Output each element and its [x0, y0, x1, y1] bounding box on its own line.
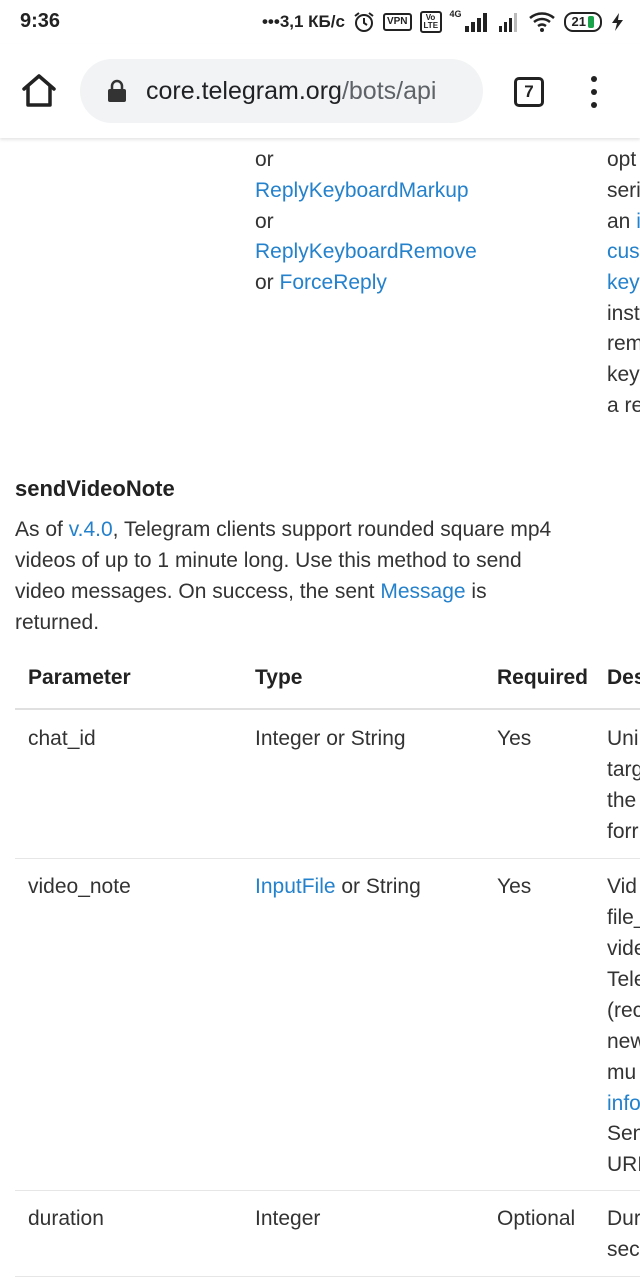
- prev-desc-fragment: seri: [607, 179, 640, 202]
- alarm-icon: [354, 12, 374, 32]
- prev-desc-link[interactable]: cus: [607, 236, 640, 267]
- table-row-divider: [15, 1190, 640, 1191]
- type-rest: or String: [335, 875, 421, 898]
- table-row-description: the: [607, 789, 637, 812]
- network-speed: •••3,1 КБ/с: [261, 12, 345, 31]
- table-row-description: mu: [607, 1061, 637, 1084]
- battery-fill: [588, 16, 594, 28]
- version-link[interactable]: v.4.0: [69, 518, 113, 541]
- prev-desc-fragment: an: [607, 210, 637, 233]
- info-link[interactable]: info: [607, 1088, 640, 1119]
- link-forcereply[interactable]: ForceReply: [280, 271, 387, 294]
- more-menu-icon[interactable]: [587, 76, 601, 108]
- tab-switcher-button[interactable]: 7: [514, 77, 544, 107]
- status-time: 9:36: [20, 10, 61, 32]
- net-type-label: 4G: [449, 9, 462, 19]
- column-header-required: Required: [497, 666, 589, 689]
- battery-level: 21: [571, 14, 586, 29]
- table-row-type: InputFile or String: [255, 871, 421, 902]
- table-row-parameter: chat_id: [28, 727, 96, 750]
- table-row-description: new: [607, 1030, 640, 1053]
- status-bar: 9:36 •••3,1 КБ/с VPN Vo LTE 4G 21: [0, 0, 640, 44]
- link-replykeyboardremove[interactable]: ReplyKeyboardRemove: [255, 236, 477, 267]
- battery-indicator: 21: [563, 12, 602, 32]
- url-host: core.telegram.org: [146, 76, 342, 105]
- prev-type-text: or: [255, 210, 274, 233]
- charging-icon: [612, 13, 623, 31]
- table-row-description: Uni: [607, 727, 639, 750]
- intro-text: As of: [15, 518, 69, 541]
- table-row-description: URL: [607, 1153, 640, 1176]
- table-row-required: Yes: [497, 875, 532, 898]
- table-row-divider: [15, 858, 640, 859]
- prev-type-text: or: [255, 148, 274, 171]
- table-row-type: Integer or String: [255, 727, 406, 750]
- column-header-parameter: Parameter: [28, 666, 131, 689]
- section-title: sendVideoNote: [15, 476, 175, 501]
- signal-icon: [464, 13, 487, 32]
- table-row-description: Sen: [607, 1122, 640, 1145]
- table-row-description: sec: [607, 1238, 640, 1261]
- table-row-required: Yes: [497, 727, 532, 750]
- table-row-parameter: video_note: [28, 875, 131, 898]
- prev-desc-fragment: opt: [607, 148, 637, 171]
- url-text[interactable]: core.telegram.org/bots/api: [146, 77, 436, 106]
- browser-toolbar: core.telegram.org/bots/api 7: [0, 44, 640, 138]
- table-row-type: Integer: [255, 1207, 321, 1230]
- url-path: /bots/api: [341, 76, 437, 105]
- table-row-description: targ: [607, 758, 640, 781]
- table-row-divider: [15, 1276, 640, 1277]
- table-row-description: Tele: [607, 968, 640, 991]
- prev-desc-fragment: rem: [607, 332, 640, 355]
- prev-desc-link[interactable]: key: [607, 267, 640, 298]
- table-row-description: vide: [607, 937, 640, 960]
- signal-icon-2: [498, 13, 517, 32]
- message-link[interactable]: Message: [380, 580, 465, 603]
- prev-type-last-line: or ForceReply: [255, 267, 387, 298]
- section-intro: As of v.4.0, Telegram clients support ro…: [15, 514, 575, 638]
- table-row-description: (rec: [607, 999, 640, 1022]
- lock-icon[interactable]: [106, 79, 128, 103]
- home-icon[interactable]: [20, 72, 58, 108]
- inputfile-link[interactable]: InputFile: [255, 875, 336, 898]
- link-replykeyboardmarkup[interactable]: ReplyKeyboardMarkup: [255, 175, 469, 206]
- prev-desc-fragment: key: [607, 363, 640, 386]
- column-header-type: Type: [255, 666, 303, 689]
- table-row-required: Optional: [497, 1207, 576, 1230]
- table-row-description: Vid: [607, 875, 637, 898]
- table-row-description: forr: [607, 820, 639, 843]
- prev-desc-line: an i: [607, 206, 640, 237]
- table-header-divider: [15, 708, 640, 710]
- page-content: or ReplyKeyboardMarkup or ReplyKeyboardR…: [0, 138, 640, 1280]
- prev-desc-fragment: a re: [607, 394, 640, 417]
- table-row-description: Dur: [607, 1207, 640, 1230]
- vpn-icon: VPN: [382, 13, 412, 31]
- table-row-description: file_: [607, 906, 640, 929]
- prev-type-text: or: [255, 271, 280, 294]
- prev-desc-link[interactable]: i: [636, 210, 640, 233]
- table-row-parameter: duration: [28, 1207, 104, 1230]
- status-icons: •••3,1 КБ/с VPN Vo LTE 4G 21: [262, 9, 626, 35]
- wifi-icon: [528, 12, 555, 32]
- address-bar[interactable]: core.telegram.org/bots/api: [80, 59, 483, 123]
- volte-icon: Vo LTE: [419, 11, 442, 33]
- column-header-description: Des: [607, 666, 640, 689]
- prev-desc-fragment: inst: [607, 302, 640, 325]
